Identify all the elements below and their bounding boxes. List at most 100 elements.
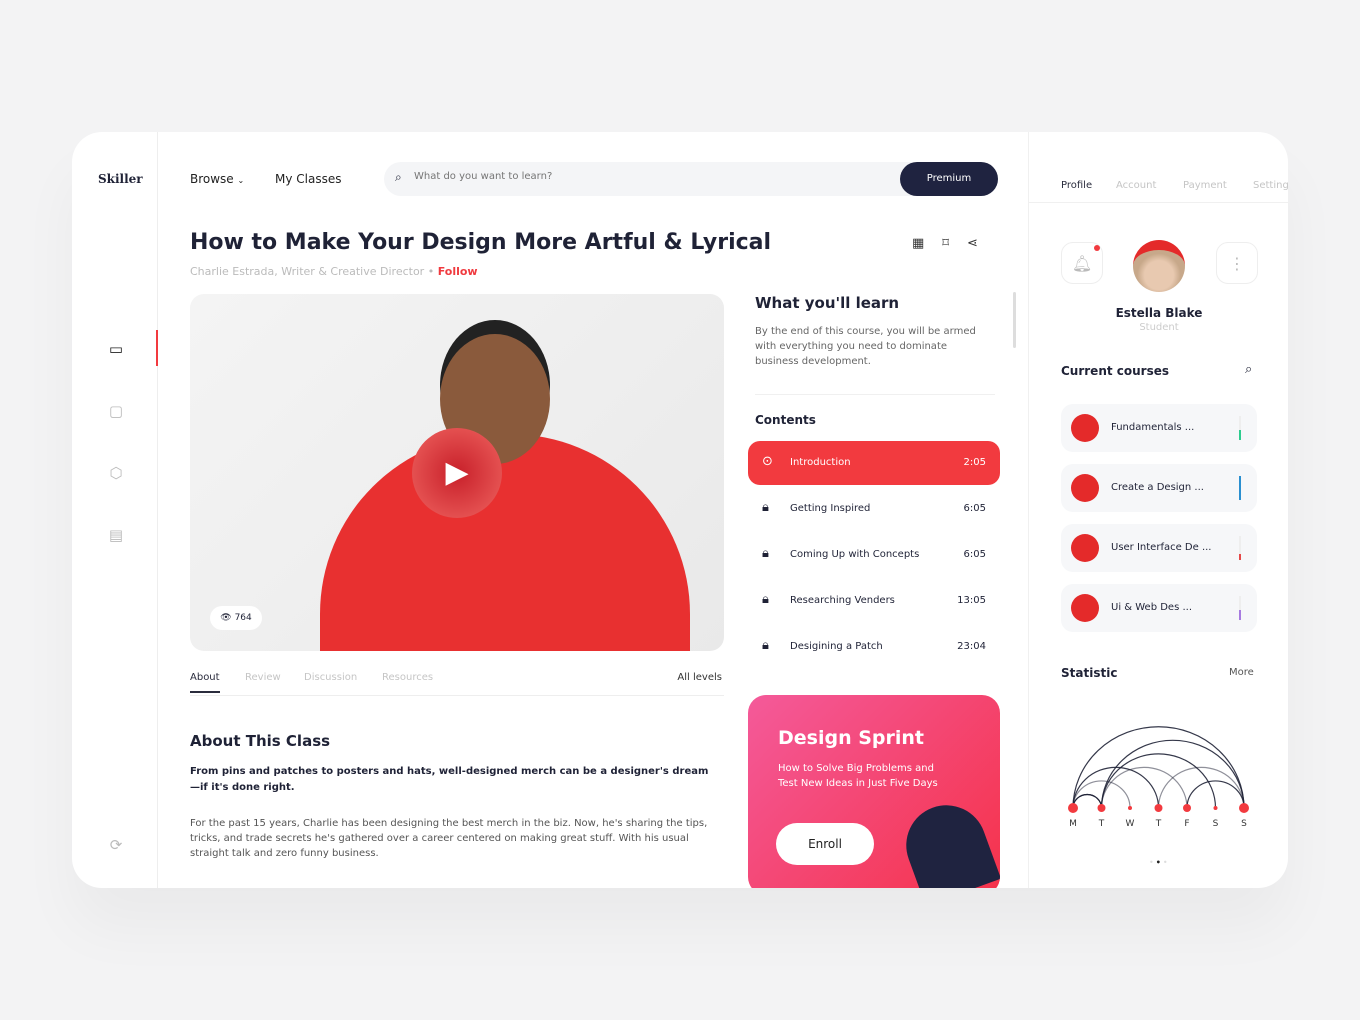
stat-arc bbox=[1100, 753, 1217, 809]
course-progress bbox=[1239, 596, 1241, 620]
browse-menu[interactable]: Browse ⌄ bbox=[190, 172, 244, 186]
course-name: Create a Design ... bbox=[1111, 482, 1204, 493]
tab-setting[interactable]: Setting bbox=[1253, 180, 1288, 191]
lesson-duration: 6:05 bbox=[963, 503, 986, 514]
about-lead: From pins and patches to posters and hat… bbox=[190, 766, 709, 793]
tab-discussion[interactable]: Discussion bbox=[304, 672, 357, 683]
course-item[interactable]: Ui & Web Des ... bbox=[1061, 584, 1257, 632]
course-name: Ui & Web Des ... bbox=[1111, 602, 1193, 613]
tab-resources[interactable]: Resources bbox=[382, 672, 433, 683]
notification-dot bbox=[1094, 245, 1100, 251]
statistic-heading: Statistic bbox=[1061, 666, 1118, 680]
play-circle-icon: ⊙ bbox=[762, 454, 773, 469]
chevron-down-icon: ⌄ bbox=[237, 176, 245, 185]
lesson-title: Coming Up with Concepts bbox=[790, 549, 920, 560]
stats-icon[interactable]: ▤ bbox=[106, 526, 126, 546]
tab-payment[interactable]: Payment bbox=[1183, 180, 1227, 191]
course-title: How to Make Your Design More Artful & Ly… bbox=[190, 230, 772, 255]
lock-icon: 🔒︎ bbox=[762, 546, 769, 561]
divider bbox=[755, 394, 995, 395]
search-bar: ⌕ Premium bbox=[384, 162, 998, 196]
stat-dot bbox=[1097, 804, 1106, 812]
lesson-duration: 13:05 bbox=[957, 595, 986, 606]
bell-icon: 🔔︎ bbox=[1071, 254, 1093, 273]
course-thumbnail bbox=[1071, 594, 1099, 622]
lesson-item[interactable]: 🔒︎ Getting Inspired 6:05 bbox=[748, 487, 1000, 531]
lesson-item[interactable]: 🔒︎ Coming Up with Concepts 6:05 bbox=[748, 533, 1000, 577]
search-icon[interactable]: ⌕ bbox=[1245, 362, 1252, 377]
lesson-title: Introduction bbox=[790, 457, 851, 468]
follow-link[interactable]: Follow bbox=[438, 265, 478, 278]
promo-card: Design Sprint How to Solve Big Problems … bbox=[748, 695, 1000, 888]
calendar-icon[interactable]: ▦ bbox=[912, 236, 942, 251]
premium-button[interactable]: Premium bbox=[900, 162, 998, 196]
lesson-item[interactable]: ⊙ Introduction 2:05 bbox=[748, 441, 1000, 485]
course-item[interactable]: User Interface De ... bbox=[1061, 524, 1257, 572]
sidebar: Skiller ▭ ▢ ⬡ ▤ ⟳ bbox=[72, 132, 158, 888]
promo-text: How to Solve Big Problems and Test New I… bbox=[778, 763, 938, 789]
course-thumbnail bbox=[1071, 534, 1099, 562]
tab-about[interactable]: About bbox=[190, 672, 220, 693]
lesson-item[interactable]: 🔒︎ Desigining a Patch 23:04 bbox=[748, 625, 1000, 669]
tab-account[interactable]: Account bbox=[1116, 180, 1156, 191]
contents-heading: Contents bbox=[755, 413, 816, 427]
course-item[interactable]: Fundamentals ... bbox=[1061, 404, 1257, 452]
book-icon[interactable]: ▭ bbox=[106, 340, 126, 360]
lesson-duration: 2:05 bbox=[963, 457, 986, 468]
stat-arc bbox=[1072, 726, 1245, 809]
lock-icon: 🔒︎ bbox=[762, 592, 769, 607]
video-player[interactable]: ▶ 👁 764 bbox=[190, 294, 724, 651]
browse-label: Browse bbox=[190, 172, 234, 186]
active-indicator bbox=[156, 330, 158, 366]
my-classes-link[interactable]: My Classes bbox=[275, 172, 341, 186]
day-label: T bbox=[1098, 819, 1105, 829]
logout-icon[interactable]: ⟳ bbox=[106, 836, 126, 856]
chat-icon[interactable]: ▢ bbox=[106, 402, 126, 422]
app-window: Skiller ▭ ▢ ⬡ ▤ ⟳ Browse ⌄ My Classes ⌕ … bbox=[72, 132, 1288, 888]
day-label: S bbox=[1213, 819, 1219, 829]
tab-profile[interactable]: Profile bbox=[1061, 180, 1092, 191]
views-count: 764 bbox=[234, 613, 252, 623]
tab-review[interactable]: Review bbox=[245, 672, 281, 683]
scrollbar[interactable] bbox=[1013, 292, 1016, 348]
views-badge: 👁 764 bbox=[210, 606, 262, 630]
lesson-title: Getting Inspired bbox=[790, 503, 871, 514]
share-icon[interactable]: ⋖ bbox=[967, 236, 996, 251]
more-options-button[interactable]: ⋮ bbox=[1216, 242, 1258, 284]
statistic-chart: MTWTFSS bbox=[1068, 726, 1249, 829]
more-vertical-icon: ⋮ bbox=[1229, 254, 1245, 273]
stat-arc bbox=[1157, 766, 1245, 809]
course-progress bbox=[1239, 416, 1241, 440]
settings-icon[interactable]: ⬡ bbox=[106, 464, 126, 484]
more-link[interactable]: More bbox=[1229, 667, 1254, 678]
lock-icon: 🔒︎ bbox=[762, 638, 769, 653]
course-item[interactable]: Create a Design ... bbox=[1061, 464, 1257, 512]
course-progress bbox=[1239, 536, 1241, 560]
day-label: T bbox=[1155, 819, 1162, 829]
search-icon: ⌕ bbox=[395, 170, 402, 184]
search-input[interactable] bbox=[414, 171, 814, 182]
courses-heading: Current courses bbox=[1061, 364, 1170, 378]
day-label: F bbox=[1184, 819, 1189, 829]
course-author: Charlie Estrada, Writer & Creative Direc… bbox=[190, 265, 478, 278]
notification-button[interactable]: 🔔︎ bbox=[1061, 242, 1103, 284]
bookmark-icon[interactable]: ⌑ bbox=[942, 236, 967, 251]
eye-icon: 👁 bbox=[220, 613, 232, 623]
lesson-title: Desigining a Patch bbox=[790, 641, 883, 652]
pagination-dots[interactable]: ••• bbox=[1149, 858, 1170, 867]
avatar[interactable] bbox=[1133, 240, 1185, 292]
play-icon[interactable]: ▶ bbox=[412, 428, 502, 518]
profile-name: Estella Blake bbox=[1115, 306, 1203, 320]
lesson-item[interactable]: 🔒︎ Researching Venders 13:05 bbox=[748, 579, 1000, 623]
divider bbox=[1029, 202, 1288, 203]
course-name: Fundamentals ... bbox=[1111, 422, 1195, 433]
stat-dot bbox=[1128, 806, 1132, 810]
stat-arc bbox=[1072, 766, 1160, 809]
logo[interactable]: Skiller bbox=[98, 172, 143, 186]
stat-arc bbox=[1100, 739, 1245, 809]
lesson-duration: 23:04 bbox=[957, 641, 986, 652]
promo-title: Design Sprint bbox=[778, 727, 924, 749]
enroll-button[interactable]: Enroll bbox=[776, 823, 874, 865]
profile-role: Student bbox=[1139, 322, 1179, 333]
stat-dot bbox=[1213, 806, 1218, 810]
